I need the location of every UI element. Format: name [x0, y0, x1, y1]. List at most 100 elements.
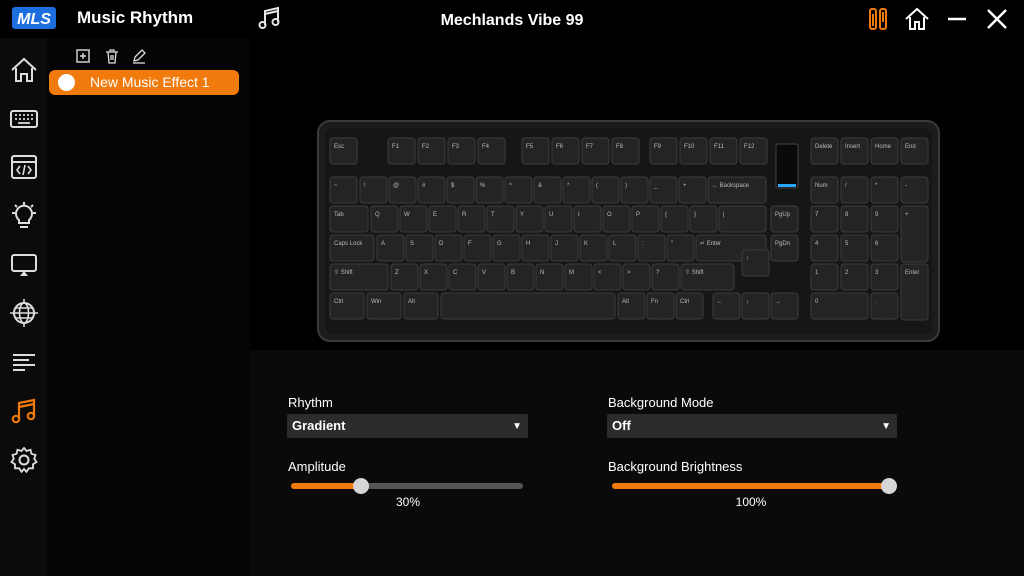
keyboard-key[interactable]: Y — [515, 205, 544, 233]
keyboard-key[interactable]: ( — [591, 176, 620, 204]
keyboard-key[interactable]: * — [870, 176, 899, 204]
add-effect-button[interactable] — [75, 48, 91, 64]
keyboard-key[interactable]: → — [770, 292, 799, 320]
keyboard-key[interactable]: { — [660, 205, 689, 233]
keyboard-key[interactable]: Caps Lock — [329, 234, 375, 262]
keyboard-key[interactable]: @ — [388, 176, 417, 204]
keyboard-key[interactable]: 7 — [810, 205, 839, 233]
keyboard-key[interactable]: + — [678, 176, 707, 204]
keyboard-key[interactable]: ⇧ Shift — [680, 263, 735, 291]
keyboard-key[interactable]: D — [434, 234, 463, 262]
keyboard-key[interactable]: J — [550, 234, 579, 262]
keyboard-key[interactable]: 2 — [840, 263, 869, 291]
keyboard-key[interactable]: U — [544, 205, 573, 233]
rhythm-select[interactable]: Gradient ▼ — [287, 414, 528, 438]
keyboard-key[interactable]: ← — [712, 292, 741, 320]
nav-keyboard[interactable] — [8, 103, 40, 135]
keyboard-key[interactable]: C — [448, 263, 477, 291]
keyboard-key[interactable]: F10 — [679, 137, 708, 165]
keyboard-key[interactable]: 8 — [840, 205, 869, 233]
keyboard-key[interactable]: R — [457, 205, 486, 233]
settings-sliders-button[interactable] — [863, 4, 893, 34]
keyboard-key[interactable]: + — [900, 205, 929, 263]
keyboard-key[interactable]: 5 — [840, 234, 869, 262]
keyboard-key[interactable]: > — [622, 263, 651, 291]
nav-music-rhythm[interactable] — [8, 395, 40, 427]
nav-settings[interactable] — [8, 444, 40, 476]
keyboard-key[interactable]: ! — [359, 176, 388, 204]
keyboard-key[interactable]: Alt — [617, 292, 646, 320]
keyboard-key[interactable]: - — [900, 176, 929, 204]
amplitude-slider-handle[interactable] — [352, 478, 369, 494]
keyboard-key[interactable]: F11 — [709, 137, 738, 165]
background-brightness-slider-handle[interactable] — [881, 478, 897, 494]
keyboard-key[interactable]: % — [475, 176, 504, 204]
keyboard-key[interactable]: _ — [649, 176, 678, 204]
keyboard-key[interactable]: Fn — [646, 292, 675, 320]
keyboard-key[interactable]: Esc — [329, 137, 358, 165]
background-brightness-slider[interactable] — [612, 478, 897, 494]
keyboard-key[interactable]: F1 — [387, 137, 416, 165]
keyboard-key[interactable]: 9 — [870, 205, 899, 233]
keyboard-key[interactable]: ~ — [329, 176, 358, 204]
keyboard-key[interactable]: & — [533, 176, 562, 204]
keyboard-key[interactable]: F6 — [551, 137, 580, 165]
keyboard-key[interactable]: Z — [390, 263, 419, 291]
keyboard-key[interactable]: L — [608, 234, 637, 262]
keyboard-key[interactable]: | — [718, 205, 767, 233]
keyboard-key[interactable]: K — [579, 234, 608, 262]
keyboard-key[interactable]: Win — [366, 292, 402, 320]
keyboard-key[interactable]: F2 — [417, 137, 446, 165]
keyboard-key[interactable]: ^ — [504, 176, 533, 204]
close-button[interactable] — [982, 4, 1012, 34]
keyboard-key[interactable]: # — [417, 176, 446, 204]
keyboard-key[interactable]: F5 — [521, 137, 550, 165]
keyboard-key[interactable]: ⇧ Shift — [329, 263, 389, 291]
amplitude-slider[interactable] — [291, 478, 523, 494]
keyboard-key[interactable]: F7 — [581, 137, 610, 165]
keyboard-key[interactable]: . — [870, 292, 899, 320]
keyboard-key[interactable]: B — [506, 263, 535, 291]
nav-list[interactable] — [8, 346, 40, 378]
keyboard-key[interactable]: F4 — [477, 137, 506, 165]
keyboard-key[interactable]: Enter — [900, 263, 929, 321]
keyboard-key[interactable]: Ctrl — [675, 292, 704, 320]
keyboard-key[interactable]: 4 — [810, 234, 839, 262]
nav-macro[interactable] — [8, 151, 40, 183]
keyboard-key[interactable]: PgDn — [770, 234, 799, 262]
keyboard-key[interactable]: 0 — [810, 292, 869, 320]
keyboard-key[interactable]: ? — [651, 263, 680, 291]
keyboard-key[interactable]: O — [602, 205, 631, 233]
effect-list-item[interactable]: New Music Effect 1 — [49, 70, 239, 95]
keyboard-key[interactable]: : — [637, 234, 666, 262]
keyboard-key[interactable]: F3 — [447, 137, 476, 165]
keyboard-key[interactable]: 6 — [870, 234, 899, 262]
edit-effect-button[interactable] — [131, 48, 147, 64]
keyboard-key[interactable]: P — [631, 205, 660, 233]
nav-globe[interactable] — [8, 297, 40, 329]
delete-effect-button[interactable] — [104, 48, 120, 64]
keyboard-key[interactable]: 3 — [870, 263, 899, 291]
minimize-button[interactable] — [942, 4, 972, 34]
keyboard-key[interactable]: F8 — [611, 137, 640, 165]
keyboard-key[interactable]: A — [376, 234, 405, 262]
keyboard-key[interactable]: Home — [870, 137, 899, 165]
keyboard-key[interactable]: N — [535, 263, 564, 291]
keyboard-key[interactable]: ↓ — [741, 292, 770, 320]
keyboard-key[interactable]: Q — [370, 205, 399, 233]
keyboard-key[interactable]: PgUp — [770, 205, 799, 233]
keyboard-key[interactable]: I — [573, 205, 602, 233]
keyboard-key[interactable]: F9 — [649, 137, 678, 165]
keyboard-key[interactable]: E — [428, 205, 457, 233]
keyboard-key[interactable]: F12 — [739, 137, 768, 165]
keyboard-key[interactable]: ↑ — [741, 249, 770, 277]
home-button[interactable] — [902, 4, 932, 34]
background-mode-select[interactable]: Off ▼ — [607, 414, 897, 438]
keyboard-key[interactable]: Insert — [840, 137, 869, 165]
keyboard-key[interactable]: G — [492, 234, 521, 262]
keyboard-key[interactable]: } — [689, 205, 718, 233]
keyboard-key[interactable]: F — [463, 234, 492, 262]
keyboard-key[interactable]: " — [666, 234, 695, 262]
keyboard-key[interactable]: < — [593, 263, 622, 291]
nav-lighting[interactable] — [8, 200, 40, 232]
